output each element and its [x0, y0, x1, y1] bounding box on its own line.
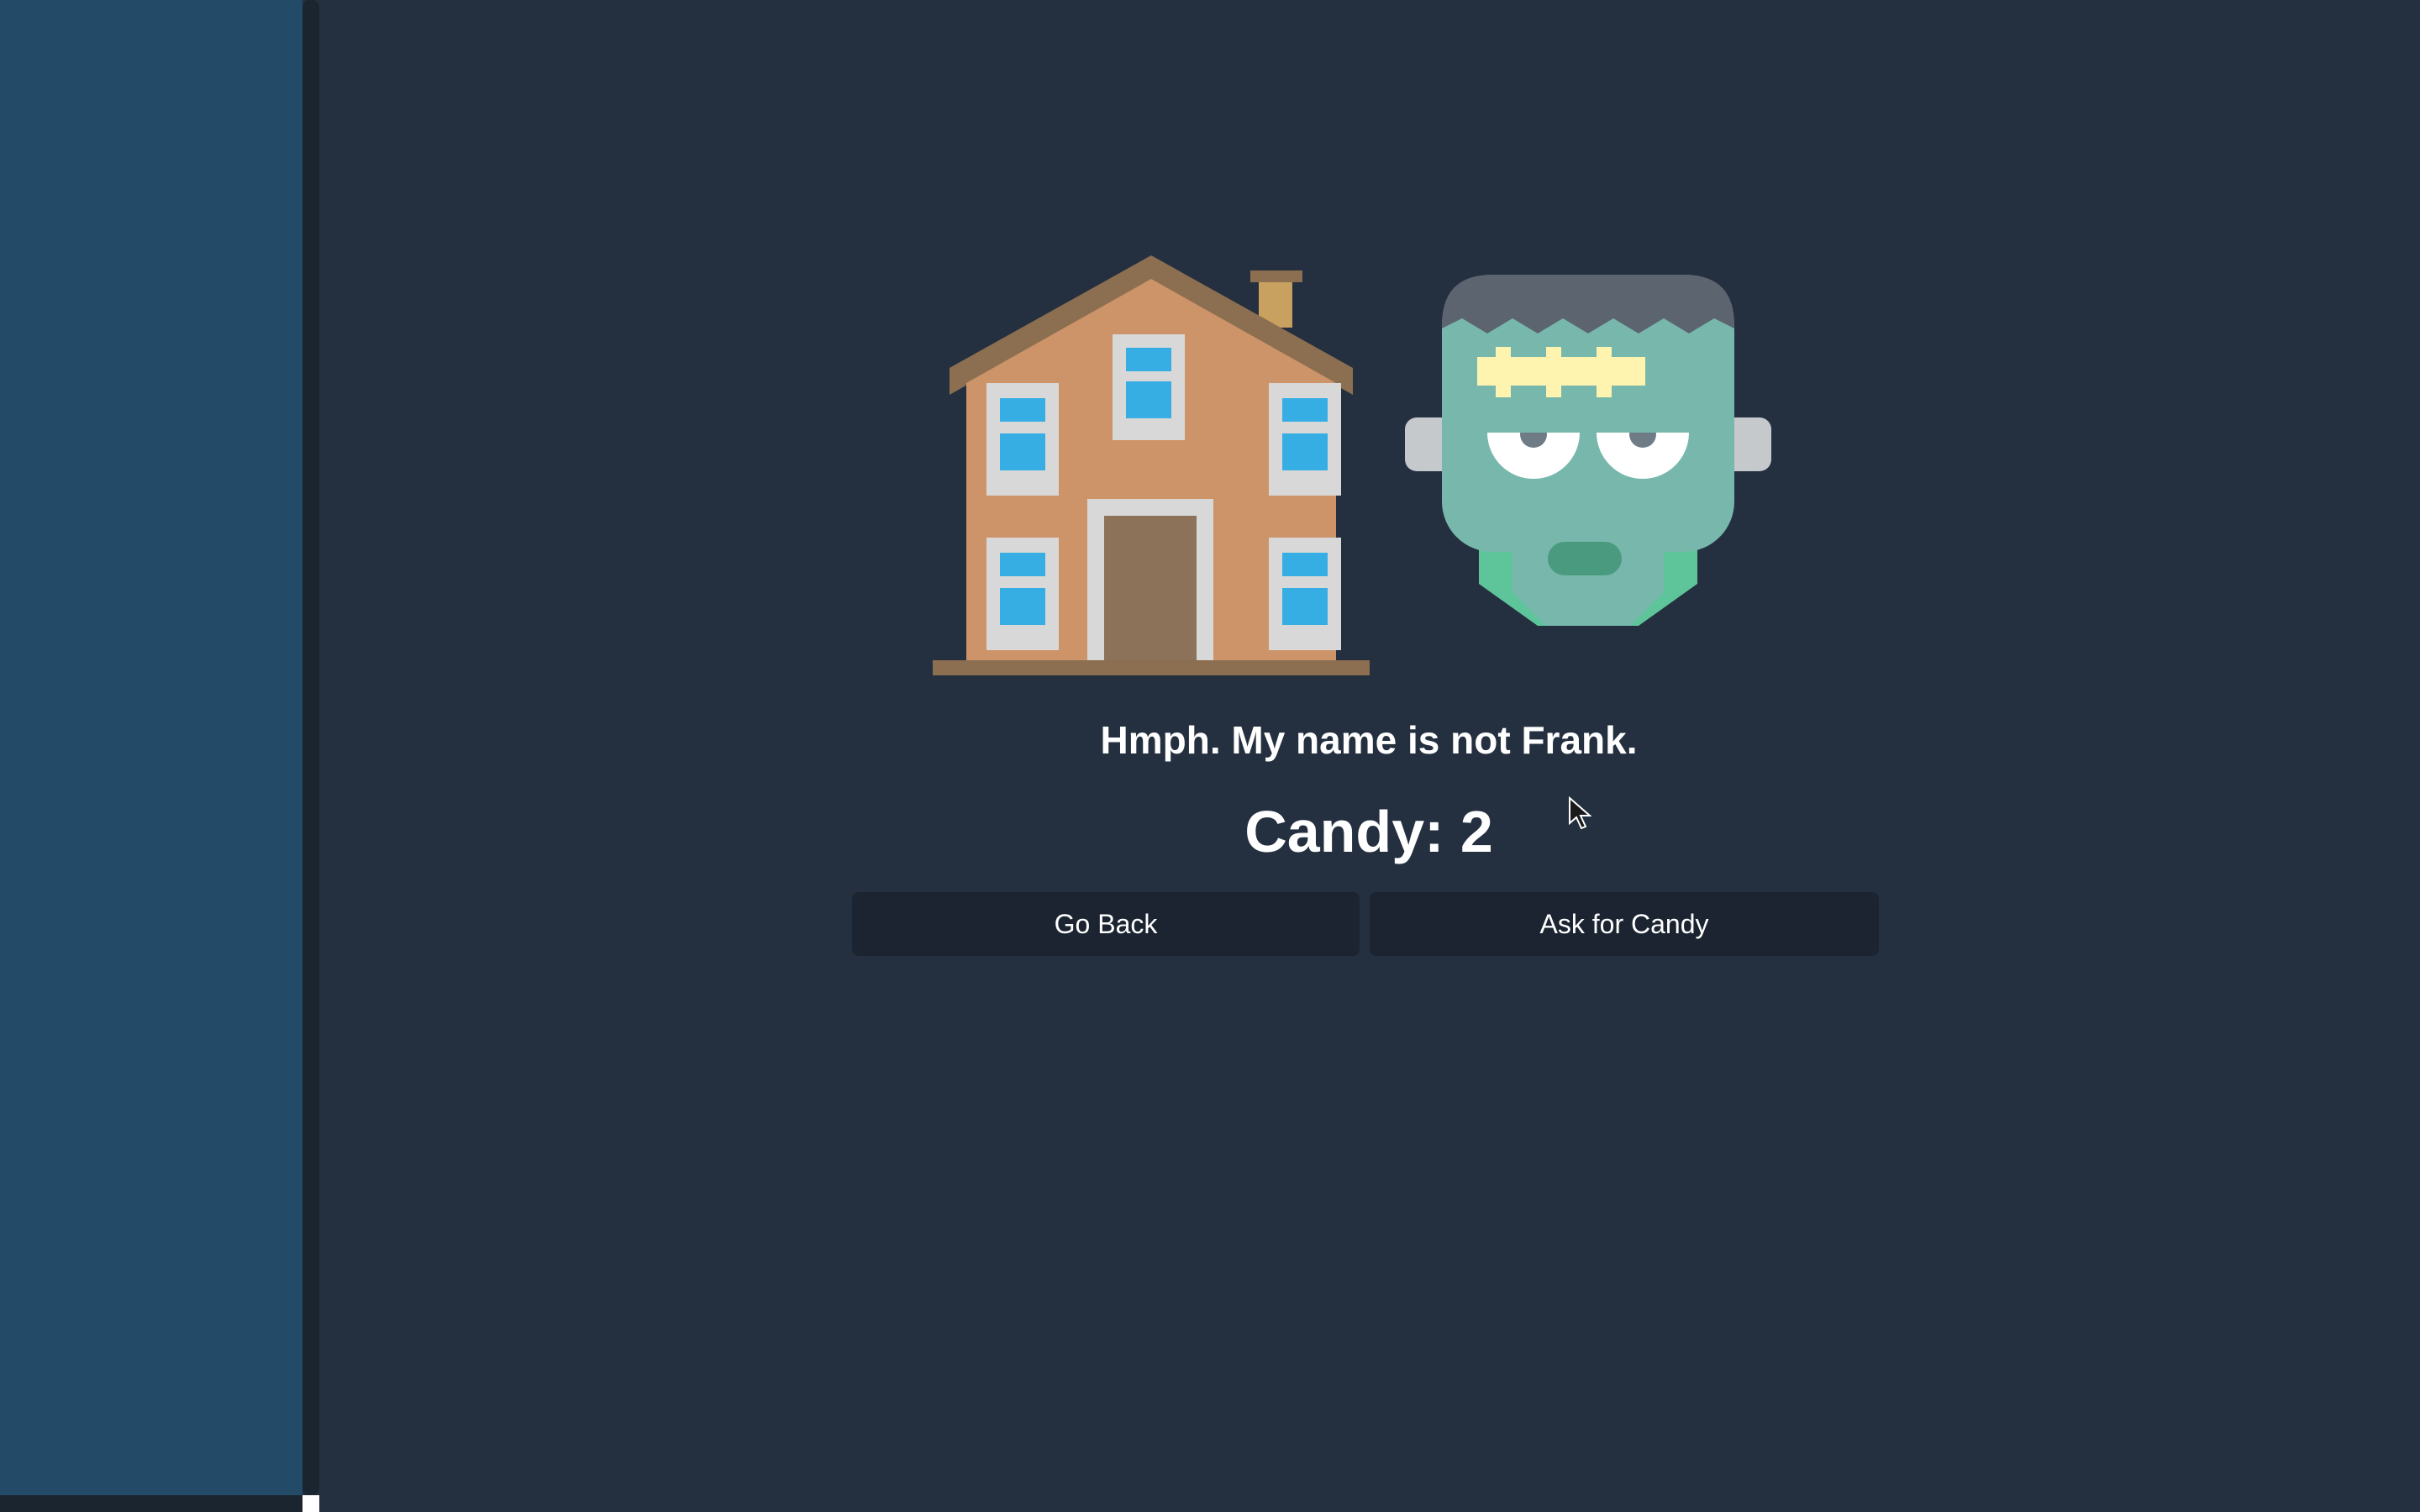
scroll-corner	[302, 1495, 319, 1512]
mouse-cursor-icon	[1569, 796, 1591, 830]
game-scene	[908, 227, 1798, 680]
ask-for-candy-button[interactable]: Ask for Candy	[1370, 892, 1879, 956]
go-back-button[interactable]: Go Back	[852, 892, 1360, 956]
sidebar-scrollbar[interactable]	[0, 1495, 302, 1512]
panel-resize-handle[interactable]	[302, 0, 319, 1495]
sidebar-panel	[0, 0, 302, 1512]
npc-dialog-message: Hmph. My name is not Frank.	[1100, 718, 1638, 762]
frankenstein-monster-icon	[1405, 275, 1771, 626]
candy-counter: Candy: 2	[1244, 799, 1493, 864]
house-icon	[933, 255, 1370, 675]
